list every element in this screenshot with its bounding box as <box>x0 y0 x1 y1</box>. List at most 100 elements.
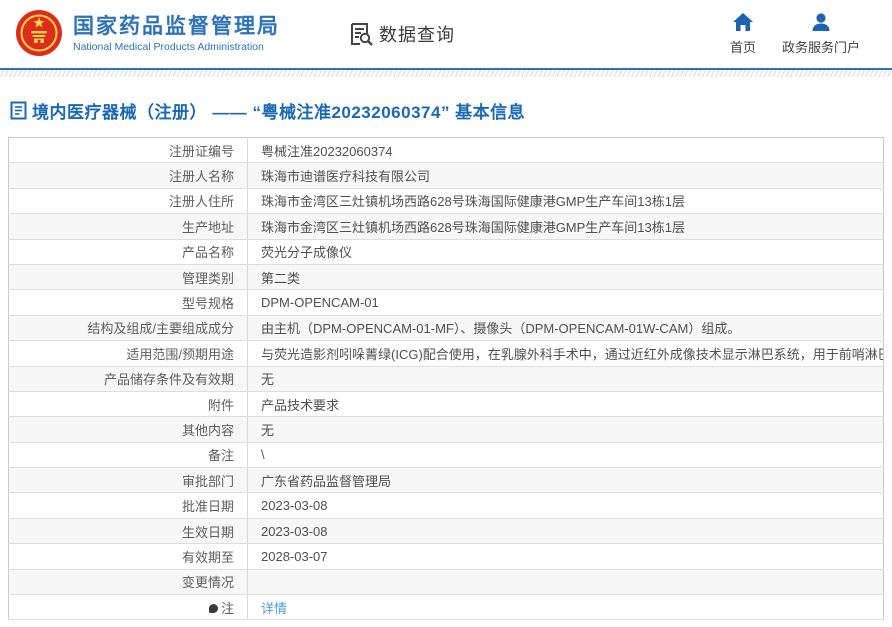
table-row: 生产地址 珠海市金湾区三灶镇机场西路628号珠海国际健康港GMP生产车间13栋1… <box>8 213 884 240</box>
row-label: 注册人住所 <box>8 188 248 215</box>
row-label: 有效期至 <box>8 543 248 570</box>
row-label-text: 管理类别 <box>181 270 234 286</box>
row-label: 审批部门 <box>8 467 248 494</box>
page-title: 境内医疗器械（注册） —— “粤械注准20232060374” 基本信息 <box>0 77 892 137</box>
row-value: 2023-03-08 <box>247 492 884 519</box>
row-label: 其他内容 <box>8 416 248 443</box>
row-value: 产品技术要求 <box>247 391 884 418</box>
row-label-text: 注册证编号 <box>168 143 234 159</box>
table-row: 注册人名称 珠海市迪谱医疗科技有限公司 <box>8 162 884 189</box>
row-value: 2023-03-08 <box>247 518 884 545</box>
row-label: 注册人名称 <box>8 162 248 189</box>
row-label: 生效日期 <box>8 518 248 545</box>
table-row: 适用范围/预期用途 与荧光造影剂吲哚菁绿(ICG)配合使用，在乳腺外科手术中，通… <box>8 340 884 367</box>
nav-portal[interactable]: 政务服务门户 <box>782 12 860 56</box>
row-label-text: 注 <box>220 600 234 616</box>
table-row: 生效日期 2023-03-08 <box>8 518 884 545</box>
page-title-text: 境内医疗器械（注册） —— “粤械注准20232060374” 基本信息 <box>32 103 526 122</box>
row-value: 荧光分子成像仪 <box>247 239 884 265</box>
row-label: 注 <box>8 594 248 621</box>
row-value: 无 <box>247 416 884 443</box>
row-label: 管理类别 <box>8 264 248 291</box>
row-label: 适用范围/预期用途 <box>8 340 248 367</box>
row-label: 附件 <box>8 391 248 418</box>
row-value: 粤械注准20232060374 <box>247 137 884 164</box>
bulb-icon <box>208 603 218 614</box>
row-label-text: 注册人住所 <box>168 194 234 210</box>
row-label-text: 变更情况 <box>181 575 234 591</box>
table-row: 有效期至 2028-03-07 <box>8 543 884 570</box>
row-label-text: 批准日期 <box>181 499 234 515</box>
row-label-text: 结构及组成/主要组成成分 <box>87 321 234 337</box>
data-query-label: 数据查询 <box>379 25 455 45</box>
table-row: 产品名称 荧光分子成像仪 <box>8 239 884 265</box>
hatch-band <box>0 70 892 77</box>
row-label-text: 产品名称 <box>181 245 234 261</box>
row-value: 由主机（DPM-OPENCAM-01-MF）、摄像头（DPM-OPENCAM-0… <box>247 315 884 342</box>
table-row: 型号规格 DPM-OPENCAM-01 <box>8 289 884 316</box>
table-row: 变更情况 <box>8 569 884 596</box>
table-row: 附件 产品技术要求 <box>8 391 884 418</box>
document-icon <box>10 101 27 120</box>
brand-text: 国家药品监督管理局 National Medical Products Admi… <box>73 15 280 53</box>
info-table-body: 注册证编号 粤械注准20232060374 注册人名称 珠海市迪谱医疗科技有限公… <box>8 137 884 621</box>
table-row: 注册证编号 粤械注准20232060374 <box>8 137 884 164</box>
row-label: 注册证编号 <box>8 137 248 164</box>
row-label: 变更情况 <box>8 569 248 596</box>
brand-subtitle: National Medical Products Administration <box>73 41 264 54</box>
row-value: 2028-03-07 <box>247 543 884 570</box>
table-wrap: 注册证编号 粤械注准20232060374 注册人名称 珠海市迪谱医疗科技有限公… <box>0 137 892 621</box>
row-label: 备注 <box>8 442 248 469</box>
row-value: 珠海市迪谱医疗科技有限公司 <box>247 162 884 189</box>
row-label-text: 附件 <box>207 397 234 413</box>
national-emblem-logo <box>16 10 62 56</box>
nav-home[interactable]: 首页 <box>730 12 756 56</box>
document-search-icon <box>351 23 373 46</box>
table-row: 批准日期 2023-03-08 <box>8 492 884 519</box>
site-header: 国家药品监督管理局 National Medical Products Admi… <box>0 0 892 68</box>
row-label: 型号规格 <box>8 289 248 316</box>
nav-portal-label: 政务服务门户 <box>781 40 860 55</box>
table-row: 其他内容 无 <box>8 416 884 443</box>
row-label-text: 注册人名称 <box>168 169 234 185</box>
table-row: 备注 \ <box>8 442 884 469</box>
table-row: 管理类别 第二类 <box>8 264 884 291</box>
row-label: 批准日期 <box>8 492 248 519</box>
row-label: 结构及组成/主要组成成分 <box>8 315 248 342</box>
info-table: 注册证编号 粤械注准20232060374 注册人名称 珠海市迪谱医疗科技有限公… <box>8 137 884 621</box>
row-label: 产品名称 <box>8 239 248 265</box>
row-label-text: 生效日期 <box>181 524 234 540</box>
row-label-text: 有效期至 <box>181 549 234 565</box>
detail-link[interactable]: 详情 <box>261 601 287 616</box>
row-value: 广东省药品监督管理局 <box>247 467 884 494</box>
row-label-text: 生产地址 <box>181 219 234 235</box>
row-value: 珠海市金湾区三灶镇机场西路628号珠海国际健康港GMP生产车间13栋1层 <box>247 188 884 215</box>
row-label-text: 备注 <box>207 448 234 464</box>
table-row: 产品储存条件及有效期 无 <box>8 366 884 392</box>
row-label-text: 其他内容 <box>181 422 234 438</box>
row-value: DPM-OPENCAM-01 <box>247 289 884 316</box>
row-value: 珠海市金湾区三灶镇机场西路628号珠海国际健康港GMP生产车间13栋1层 <box>247 213 884 240</box>
row-label-text: 适用范围/预期用途 <box>126 346 234 362</box>
header-nav: 首页 政务服务门户 <box>730 12 878 56</box>
row-value <box>247 569 884 596</box>
row-value: 详情 <box>247 594 884 621</box>
brand[interactable]: 国家药品监督管理局 National Medical Products Admi… <box>14 9 280 59</box>
row-label: 生产地址 <box>8 213 248 240</box>
brand-title: 国家药品监督管理局 <box>73 14 280 38</box>
data-query-section[interactable]: 数据查询 <box>348 21 455 47</box>
row-value: 无 <box>247 366 884 392</box>
table-row: 结构及组成/主要组成成分 由主机（DPM-OPENCAM-01-MF）、摄像头（… <box>8 315 884 342</box>
row-label-text: 产品储存条件及有效期 <box>103 372 234 388</box>
page: 国家药品监督管理局 National Medical Products Admi… <box>0 0 892 627</box>
row-label: 产品储存条件及有效期 <box>8 366 248 392</box>
table-row: 注 详情 <box>8 594 884 621</box>
home-icon <box>732 13 753 31</box>
table-row: 审批部门 广东省药品监督管理局 <box>8 467 884 494</box>
table-row: 注册人住所 珠海市金湾区三灶镇机场西路628号珠海国际健康港GMP生产车间13栋… <box>8 188 884 215</box>
row-value: 第二类 <box>247 264 884 291</box>
row-label-text: 审批部门 <box>181 473 234 489</box>
row-value: 与荧光造影剂吲哚菁绿(ICG)配合使用，在乳腺外科手术中，通过近红外成像技术显示… <box>247 340 884 367</box>
main-content: 境内医疗器械（注册） —— “粤械注准20232060374” 基本信息 注册证… <box>0 77 892 621</box>
nav-home-label: 首页 <box>729 40 756 55</box>
